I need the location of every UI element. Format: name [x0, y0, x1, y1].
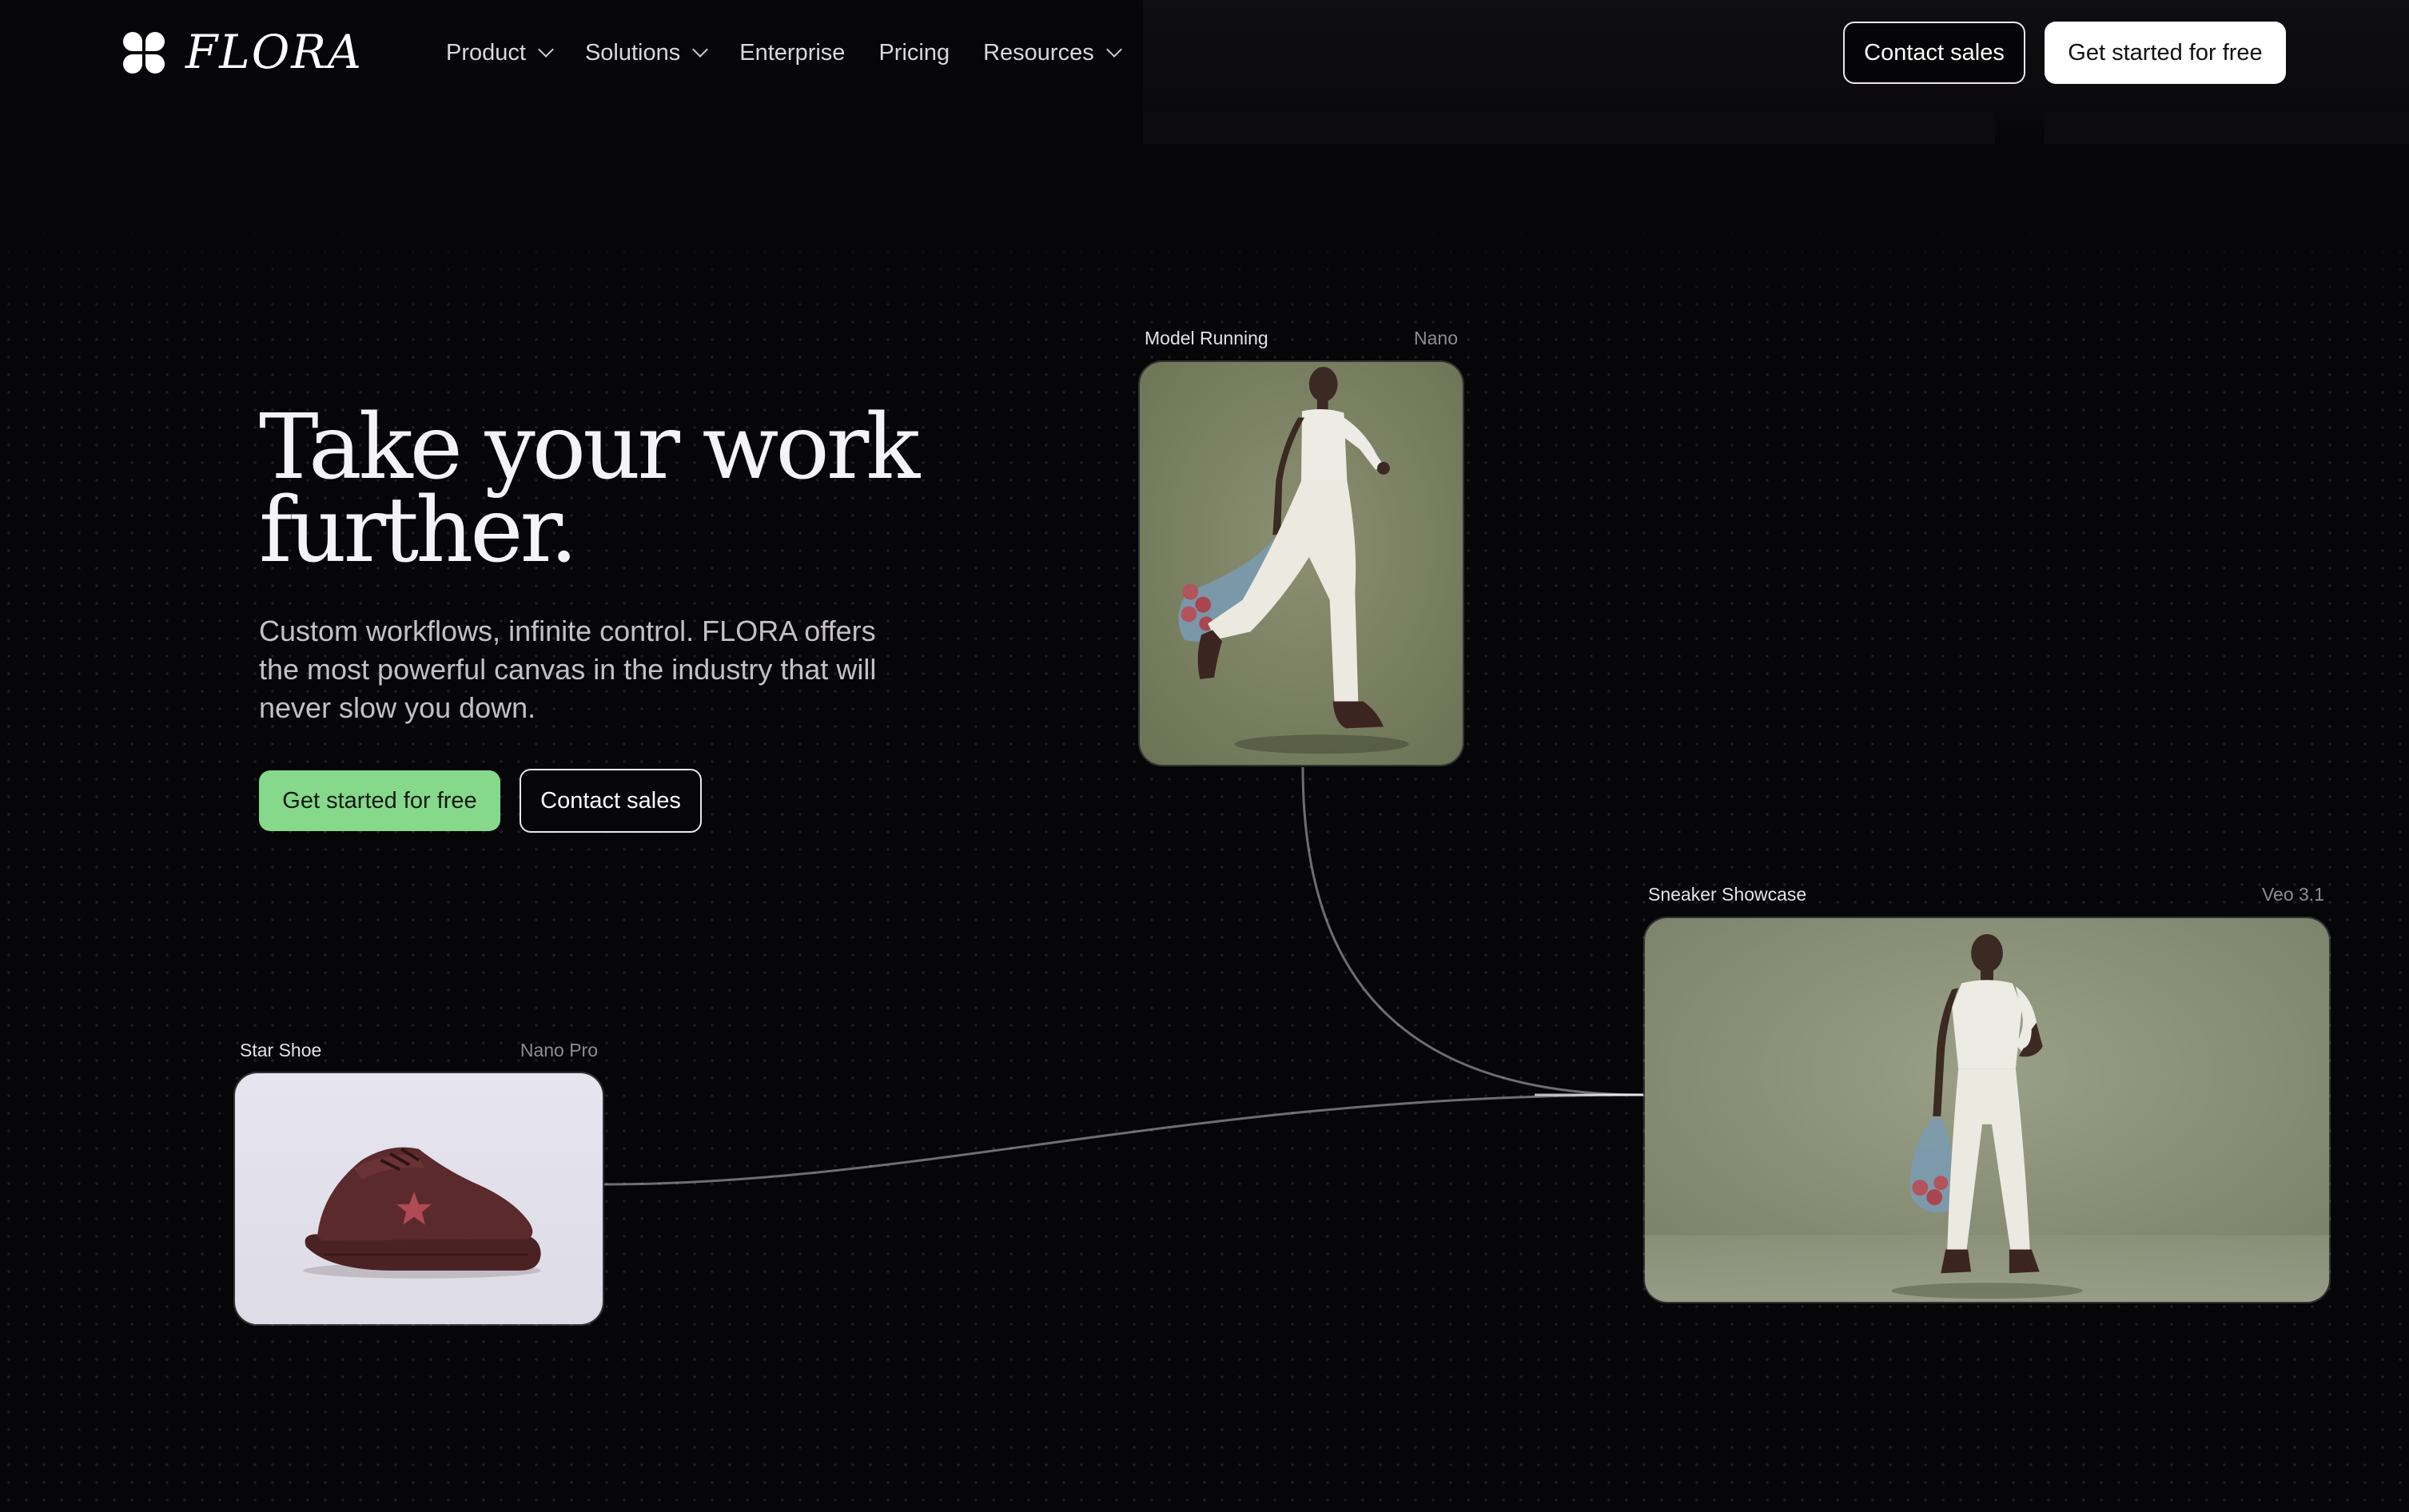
- hero-title: Take your work further.: [259, 403, 978, 575]
- sneaker-showcase-illustration: [1645, 918, 2329, 1302]
- page-canvas: FLORA Product Solutions Enterprise Prici…: [0, 0, 2409, 1512]
- node-header-sneaker-showcase: Sneaker Showcase Veo 3.1: [1648, 884, 2324, 905]
- connector-model-running-to-showcase: [1301, 766, 1644, 1096]
- node-model-label: Veo 3.1: [2261, 884, 2324, 905]
- hero-get-started-button[interactable]: Get started for free: [259, 770, 500, 831]
- node-model-label: Nano: [1414, 328, 1458, 348]
- node-header-star-shoe: Star Shoe Nano Pro: [240, 1040, 598, 1061]
- node-image-model-running[interactable]: [1138, 360, 1464, 766]
- node-title: Star Shoe: [240, 1040, 322, 1060]
- hero-subtitle: Custom workflows, infinite control. FLOR…: [259, 615, 877, 724]
- node-header-model-running: Model Running Nano: [1145, 328, 1458, 349]
- hero-title-line-2: further.: [259, 479, 578, 583]
- node-title: Model Running: [1145, 328, 1268, 348]
- model-running-illustration: [1140, 362, 1463, 765]
- hero-contact-sales-button[interactable]: Contact sales: [520, 769, 702, 833]
- star-shoe-illustration: [235, 1073, 603, 1324]
- node-image-star-shoe[interactable]: [233, 1072, 604, 1326]
- node-video-sneaker-showcase[interactable]: [1643, 917, 2331, 1303]
- connector-star-shoe-to-showcase: [603, 1093, 1644, 1186]
- node-title: Sneaker Showcase: [1648, 884, 1807, 905]
- node-model-label: Nano Pro: [520, 1040, 598, 1060]
